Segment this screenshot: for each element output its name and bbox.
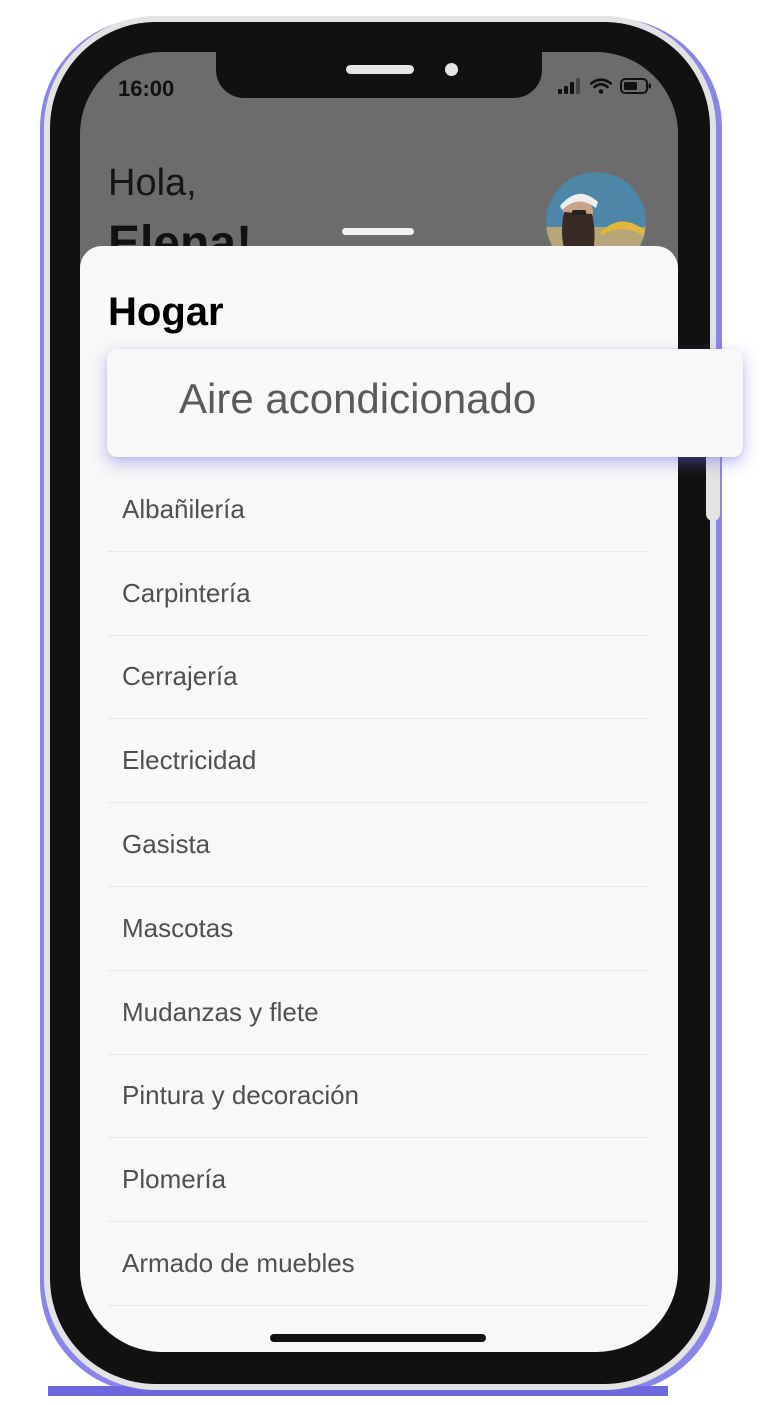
- list-item[interactable]: Albañilería: [108, 468, 648, 552]
- sheet-grabber[interactable]: [342, 228, 414, 235]
- speaker-grille: [346, 65, 414, 74]
- list-item[interactable]: Mascotas: [108, 887, 648, 971]
- front-camera: [445, 63, 458, 76]
- selected-category-label: Aire acondicionado: [179, 375, 537, 422]
- battery-icon: [620, 78, 651, 94]
- list-item-label: Pintura y decoración: [122, 1080, 360, 1111]
- signal-icon: [558, 78, 580, 94]
- list-item-label: Mascotas: [122, 912, 234, 943]
- list-item-label: Electricidad: [122, 745, 257, 776]
- list-item[interactable]: Pintura y decoración: [108, 1055, 648, 1139]
- selected-category-card[interactable]: Aire acondicionado: [107, 349, 743, 457]
- list-item-label: Carpintería: [122, 577, 251, 608]
- sheet-title: Hogar: [108, 290, 224, 334]
- list-item-label: Mudanzas y flete: [122, 996, 319, 1027]
- list-item[interactable]: Armado de muebles: [108, 1222, 648, 1306]
- category-list: Albañilería Carpintería Cerrajería Elect…: [108, 468, 648, 1306]
- list-item[interactable]: Cerrajería: [108, 636, 648, 720]
- list-item[interactable]: Mudanzas y flete: [108, 971, 648, 1055]
- list-item-label: Cerrajería: [122, 661, 238, 692]
- list-item[interactable]: Plomería: [108, 1138, 648, 1223]
- status-time: 16:00: [118, 76, 175, 101]
- wifi-icon: [590, 78, 612, 94]
- phone-screen: 16:00 Hola, Elena! Hogar Albañilería Car…: [80, 52, 678, 1352]
- list-item-label: Albañilería: [122, 493, 245, 524]
- list-item[interactable]: Electricidad: [108, 719, 648, 804]
- status-icons: [558, 78, 652, 94]
- side-button: [706, 455, 720, 521]
- list-item-label: Plomería: [122, 1164, 227, 1195]
- list-item[interactable]: Carpintería: [108, 552, 648, 636]
- list-item-label: Gasista: [122, 829, 211, 860]
- list-item[interactable]: Gasista: [108, 803, 648, 887]
- phone-notch: [216, 52, 542, 98]
- list-item-label: Armado de muebles: [122, 1248, 355, 1279]
- greeting-text: Hola,: [108, 162, 197, 204]
- home-indicator[interactable]: [270, 1334, 486, 1342]
